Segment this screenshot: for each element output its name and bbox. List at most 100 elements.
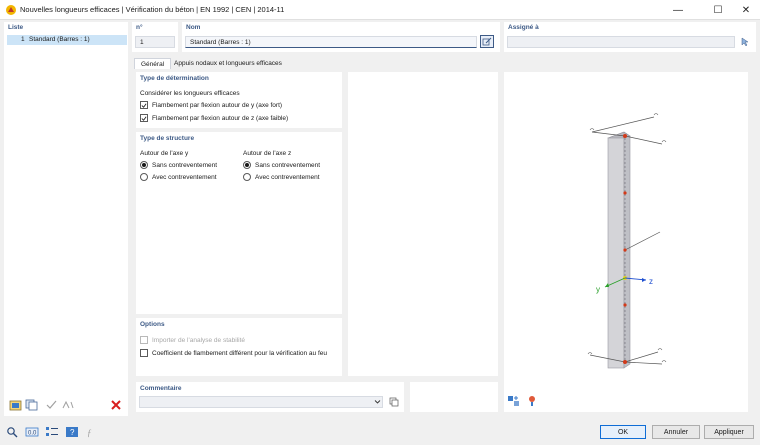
axis-z-marker: z — [649, 277, 653, 286]
svg-text:ƒ: ƒ — [87, 428, 92, 438]
import-stability-checkbox[interactable] — [140, 336, 148, 344]
list-icon — [46, 427, 58, 436]
buckling-z-label: Flambement par flexion autour de z (axe … — [152, 114, 289, 122]
determination-title: Type de détermination — [140, 75, 209, 82]
fire-coefficient-label: Coefficient de flambement différent pour… — [152, 349, 328, 357]
cancel-button[interactable]: Annuler — [652, 425, 700, 439]
search-icon — [7, 427, 18, 438]
delete-button[interactable] — [108, 398, 124, 412]
number-label: n° — [136, 24, 143, 31]
list-panel: Liste 1 Standard (Barres : 1) — [4, 22, 128, 416]
comment-label: Commentaire — [140, 385, 182, 392]
title-bar: Nouvelles longueurs efficaces | Vérifica… — [0, 0, 760, 20]
check-arrow-icon — [46, 400, 57, 409]
column-preview-graphic — [587, 113, 667, 369]
middle-panel — [348, 72, 498, 376]
tab-nodal-supports[interactable]: Appuis nodaux et longueurs efficaces — [168, 58, 288, 69]
search-button[interactable] — [4, 425, 20, 439]
ok-button[interactable]: OK — [600, 425, 646, 439]
axis-z-braced-option[interactable]: Avec contreventement — [243, 173, 320, 181]
info-icon — [529, 396, 535, 406]
svg-text:?: ? — [70, 428, 75, 437]
minimize-button[interactable]: — — [664, 0, 692, 20]
copy-icon — [389, 397, 398, 406]
axis-y-braced-radio[interactable] — [140, 173, 148, 181]
script-button[interactable]: ƒ — [84, 425, 100, 439]
select-members-button[interactable] — [738, 35, 752, 48]
axis-z-braced-label: Avec contreventement — [255, 173, 320, 181]
help-icon: ? — [66, 427, 78, 437]
edit-icon — [482, 37, 492, 45]
help-button[interactable]: ? — [64, 425, 80, 439]
check-button[interactable] — [44, 398, 60, 412]
list-item-number: 1 — [21, 36, 25, 43]
bottom-bar: 0.0 ? ƒ OK Annuler Appliquer — [0, 420, 760, 445]
name-input[interactable]: Standard (Barres : 1) — [185, 36, 477, 48]
axis-z-unbraced-radio[interactable] — [243, 161, 251, 169]
new-item-button[interactable] — [8, 398, 24, 412]
maximize-button[interactable]: ☐ — [704, 0, 732, 20]
units-button[interactable]: 0.0 — [24, 425, 40, 439]
determination-group: Type de détermination Considérer les lon… — [136, 72, 342, 128]
comment-side-panel — [410, 382, 498, 412]
axis-y-braced-label: Avec contreventement — [152, 173, 217, 181]
number-field[interactable]: 1 — [135, 36, 175, 48]
view-settings-icon — [508, 396, 519, 406]
determination-subtitle: Considérer les longueurs efficaces — [140, 90, 240, 97]
name-label: Nom — [186, 24, 201, 31]
svg-text:0.0: 0.0 — [28, 431, 37, 437]
buckling-z-checkbox[interactable] — [140, 114, 148, 122]
sort-button[interactable] — [60, 398, 76, 412]
copy-item-button[interactable] — [24, 398, 40, 412]
delete-icon — [111, 400, 121, 410]
list-item[interactable]: 1 Standard (Barres : 1) — [7, 35, 127, 45]
view-options-button[interactable] — [506, 394, 522, 408]
buckling-y-label: Flambement par flexion autour de y (axe … — [152, 101, 283, 109]
axis-z-unbraced-label: Sans contreventement — [255, 161, 321, 169]
close-button[interactable]: ✕ — [732, 0, 760, 20]
structure-group: Type de structure Autour de l'axe y Sans… — [136, 132, 342, 314]
comment-library-button[interactable] — [387, 395, 400, 408]
axis-y-unbraced-label: Sans contreventement — [152, 161, 218, 169]
comment-input[interactable] — [139, 396, 383, 408]
assigned-field[interactable] — [507, 36, 735, 48]
tab-general[interactable]: Général — [134, 58, 172, 69]
number-panel: n° 1 — [132, 22, 178, 52]
apply-button[interactable]: Appliquer — [704, 425, 754, 439]
options-group: Options Importer de l'analyse de stabili… — [136, 318, 342, 376]
copy-icon — [25, 399, 38, 411]
axis-y-braced-option[interactable]: Avec contreventement — [140, 173, 217, 181]
script-icon: ƒ — [87, 428, 92, 438]
units-icon: 0.0 — [25, 427, 39, 437]
axis-y-label: Autour de l'axe y — [140, 150, 189, 157]
name-panel: Nom Standard (Barres : 1) — [182, 22, 500, 52]
chevron-down-icon[interactable] — [374, 399, 381, 405]
buckling-y-checkbox[interactable] — [140, 101, 148, 109]
sort-icon — [62, 400, 74, 409]
list-view-button[interactable] — [44, 425, 60, 439]
buckling-y-option[interactable]: Flambement par flexion autour de y (axe … — [140, 101, 282, 109]
list-header: Liste — [8, 24, 24, 31]
import-stability-label: Importer de l'analyse de stabilité — [152, 336, 246, 344]
buckling-z-option[interactable]: Flambement par flexion autour de z (axe … — [140, 114, 288, 122]
app-logo-icon — [6, 5, 16, 15]
list-item-label: Standard (Barres : 1) — [29, 36, 90, 43]
options-title: Options — [140, 321, 165, 328]
comment-panel: Commentaire — [136, 382, 404, 412]
checkmark-icon — [141, 103, 147, 108]
info-button[interactable] — [524, 394, 540, 408]
window-title: Nouvelles longueurs efficaces | Vérifica… — [20, 5, 285, 14]
preview-panel: y z — [504, 72, 748, 412]
edit-name-button[interactable] — [480, 35, 494, 48]
new-folder-icon — [9, 400, 22, 411]
axis-z-label: Autour de l'axe z — [243, 150, 292, 157]
structure-title: Type de structure — [140, 135, 195, 142]
axis-z-braced-radio[interactable] — [243, 173, 251, 181]
axis-y-unbraced-radio[interactable] — [140, 161, 148, 169]
axis-y-unbraced-option[interactable]: Sans contreventement — [140, 161, 217, 169]
fire-coefficient-option[interactable]: Coefficient de flambement différent pour… — [140, 349, 327, 357]
pick-cursor-icon — [741, 37, 749, 46]
fire-coefficient-checkbox[interactable] — [140, 349, 148, 357]
import-stability-option[interactable]: Importer de l'analyse de stabilité — [140, 336, 245, 344]
axis-z-unbraced-option[interactable]: Sans contreventement — [243, 161, 320, 169]
